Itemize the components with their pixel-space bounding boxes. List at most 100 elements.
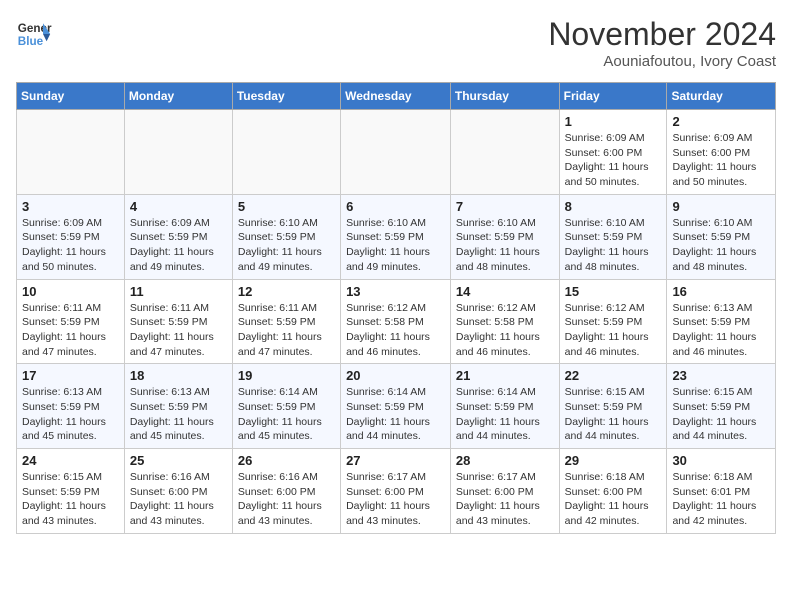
day-number: 1 xyxy=(565,114,662,129)
day-info: Sunrise: 6:18 AM Sunset: 6:01 PM Dayligh… xyxy=(672,470,770,529)
calendar-cell: 30 Sunrise: 6:18 AM Sunset: 6:01 PM Dayli… xyxy=(667,449,776,534)
calendar-cell: 9 Sunrise: 6:10 AM Sunset: 5:59 PM Daylig… xyxy=(667,194,776,279)
day-info: Sunrise: 6:09 AM Sunset: 5:59 PM Dayligh… xyxy=(130,216,227,275)
calendar-cell: 20 Sunrise: 6:14 AM Sunset: 5:59 PM Dayli… xyxy=(341,364,451,449)
day-info: Sunrise: 6:12 AM Sunset: 5:59 PM Dayligh… xyxy=(565,301,662,360)
calendar-cell: 19 Sunrise: 6:14 AM Sunset: 5:59 PM Dayli… xyxy=(232,364,340,449)
calendar-cell: 11 Sunrise: 6:11 AM Sunset: 5:59 PM Dayli… xyxy=(124,279,232,364)
day-number: 18 xyxy=(130,368,227,383)
day-number: 6 xyxy=(346,199,445,214)
day-info: Sunrise: 6:15 AM Sunset: 5:59 PM Dayligh… xyxy=(565,385,662,444)
calendar-cell: 5 Sunrise: 6:10 AM Sunset: 5:59 PM Daylig… xyxy=(232,194,340,279)
week-row-1: 1 Sunrise: 6:09 AM Sunset: 6:00 PM Daylig… xyxy=(17,110,776,195)
calendar-cell: 27Sunrise: 6:17 AM Sunset: 6:00 PM Dayli… xyxy=(341,449,451,534)
calendar-cell: 22Sunrise: 6:15 AM Sunset: 5:59 PM Dayli… xyxy=(559,364,667,449)
day-number: 2 xyxy=(672,114,770,129)
day-number: 26 xyxy=(238,453,335,468)
day-info: Sunrise: 6:09 AM Sunset: 5:59 PM Dayligh… xyxy=(22,216,119,275)
day-info: Sunrise: 6:11 AM Sunset: 5:59 PM Dayligh… xyxy=(130,301,227,360)
day-number: 24 xyxy=(22,453,119,468)
calendar-cell: 10Sunrise: 6:11 AM Sunset: 5:59 PM Dayli… xyxy=(17,279,125,364)
location-title: Aouniafoutou, Ivory Coast xyxy=(548,53,776,70)
calendar-cell: 21 Sunrise: 6:14 AM Sunset: 5:59 PM Dayli… xyxy=(450,364,559,449)
weekday-header-friday: Friday xyxy=(559,83,667,110)
day-info: Sunrise: 6:14 AM Sunset: 5:59 PM Dayligh… xyxy=(238,385,335,444)
day-info: Sunrise: 6:10 AM Sunset: 5:59 PM Dayligh… xyxy=(565,216,662,275)
day-number: 7 xyxy=(456,199,554,214)
day-info: Sunrise: 6:15 AM Sunset: 5:59 PM Dayligh… xyxy=(22,470,119,529)
day-info: Sunrise: 6:13 AM Sunset: 5:59 PM Dayligh… xyxy=(672,301,770,360)
day-info: Sunrise: 6:13 AM Sunset: 5:59 PM Dayligh… xyxy=(22,385,119,444)
week-row-2: 3 Sunrise: 6:09 AM Sunset: 5:59 PM Daylig… xyxy=(17,194,776,279)
day-number: 9 xyxy=(672,199,770,214)
calendar-cell: 24 Sunrise: 6:15 AM Sunset: 5:59 PM Dayli… xyxy=(17,449,125,534)
day-number: 3 xyxy=(22,199,119,214)
calendar-cell: 1Sunrise: 6:09 AM Sunset: 6:00 PM Daylig… xyxy=(559,110,667,195)
day-number: 21 xyxy=(456,368,554,383)
day-number: 17 xyxy=(22,368,119,383)
calendar-cell: 18 Sunrise: 6:13 AM Sunset: 5:59 PM Dayli… xyxy=(124,364,232,449)
day-number: 4 xyxy=(130,199,227,214)
day-info: Sunrise: 6:18 AM Sunset: 6:00 PM Dayligh… xyxy=(565,470,662,529)
day-info: Sunrise: 6:09 AM Sunset: 6:00 PM Dayligh… xyxy=(672,131,770,190)
day-info: Sunrise: 6:13 AM Sunset: 5:59 PM Dayligh… xyxy=(130,385,227,444)
calendar-cell: 26Sunrise: 6:16 AM Sunset: 6:00 PM Dayli… xyxy=(232,449,340,534)
day-info: Sunrise: 6:17 AM Sunset: 6:00 PM Dayligh… xyxy=(346,470,445,529)
calendar-cell: 13 Sunrise: 6:12 AM Sunset: 5:58 PM Dayli… xyxy=(341,279,451,364)
day-number: 19 xyxy=(238,368,335,383)
calendar-cell xyxy=(341,110,451,195)
day-number: 12 xyxy=(238,284,335,299)
header: General Blue November 2024 Aouniafoutou,… xyxy=(16,16,776,70)
weekday-header-saturday: Saturday xyxy=(667,83,776,110)
week-row-4: 17 Sunrise: 6:13 AM Sunset: 5:59 PM Dayli… xyxy=(17,364,776,449)
svg-text:Blue: Blue xyxy=(18,35,44,48)
calendar-cell xyxy=(450,110,559,195)
calendar-cell: 17 Sunrise: 6:13 AM Sunset: 5:59 PM Dayli… xyxy=(17,364,125,449)
day-number: 5 xyxy=(238,199,335,214)
day-number: 11 xyxy=(130,284,227,299)
calendar-header: SundayMondayTuesdayWednesdayThursdayFrid… xyxy=(17,83,776,110)
calendar-cell xyxy=(232,110,340,195)
weekday-header-row: SundayMondayTuesdayWednesdayThursdayFrid… xyxy=(17,83,776,110)
calendar-cell: 8 Sunrise: 6:10 AM Sunset: 5:59 PM Daylig… xyxy=(559,194,667,279)
day-number: 30 xyxy=(672,453,770,468)
calendar-cell: 28Sunrise: 6:17 AM Sunset: 6:00 PM Dayli… xyxy=(450,449,559,534)
calendar-cell: 4 Sunrise: 6:09 AM Sunset: 5:59 PM Daylig… xyxy=(124,194,232,279)
day-number: 13 xyxy=(346,284,445,299)
day-info: Sunrise: 6:10 AM Sunset: 5:59 PM Dayligh… xyxy=(346,216,445,275)
day-info: Sunrise: 6:10 AM Sunset: 5:59 PM Dayligh… xyxy=(238,216,335,275)
calendar-cell: 14Sunrise: 6:12 AM Sunset: 5:58 PM Dayli… xyxy=(450,279,559,364)
calendar-cell xyxy=(124,110,232,195)
week-row-3: 10Sunrise: 6:11 AM Sunset: 5:59 PM Dayli… xyxy=(17,279,776,364)
logo: General Blue xyxy=(16,16,52,52)
day-info: Sunrise: 6:12 AM Sunset: 5:58 PM Dayligh… xyxy=(456,301,554,360)
week-row-5: 24 Sunrise: 6:15 AM Sunset: 5:59 PM Dayli… xyxy=(17,449,776,534)
day-info: Sunrise: 6:15 AM Sunset: 5:59 PM Dayligh… xyxy=(672,385,770,444)
day-info: Sunrise: 6:14 AM Sunset: 5:59 PM Dayligh… xyxy=(456,385,554,444)
day-number: 25 xyxy=(130,453,227,468)
calendar-cell: 12Sunrise: 6:11 AM Sunset: 5:59 PM Dayli… xyxy=(232,279,340,364)
calendar: SundayMondayTuesdayWednesdayThursdayFrid… xyxy=(16,82,776,534)
day-number: 29 xyxy=(565,453,662,468)
calendar-cell: 29 Sunrise: 6:18 AM Sunset: 6:00 PM Dayli… xyxy=(559,449,667,534)
day-info: Sunrise: 6:10 AM Sunset: 5:59 PM Dayligh… xyxy=(456,216,554,275)
calendar-cell: 15 Sunrise: 6:12 AM Sunset: 5:59 PM Dayli… xyxy=(559,279,667,364)
day-number: 15 xyxy=(565,284,662,299)
weekday-header-sunday: Sunday xyxy=(17,83,125,110)
weekday-header-monday: Monday xyxy=(124,83,232,110)
calendar-cell: 7 Sunrise: 6:10 AM Sunset: 5:59 PM Daylig… xyxy=(450,194,559,279)
weekday-header-thursday: Thursday xyxy=(450,83,559,110)
calendar-cell: 3 Sunrise: 6:09 AM Sunset: 5:59 PM Daylig… xyxy=(17,194,125,279)
day-info: Sunrise: 6:10 AM Sunset: 5:59 PM Dayligh… xyxy=(672,216,770,275)
day-info: Sunrise: 6:16 AM Sunset: 6:00 PM Dayligh… xyxy=(130,470,227,529)
day-number: 28 xyxy=(456,453,554,468)
day-info: Sunrise: 6:12 AM Sunset: 5:58 PM Dayligh… xyxy=(346,301,445,360)
day-info: Sunrise: 6:11 AM Sunset: 5:59 PM Dayligh… xyxy=(22,301,119,360)
day-number: 23 xyxy=(672,368,770,383)
day-number: 20 xyxy=(346,368,445,383)
calendar-cell: 2 Sunrise: 6:09 AM Sunset: 6:00 PM Daylig… xyxy=(667,110,776,195)
day-number: 8 xyxy=(565,199,662,214)
logo-icon: General Blue xyxy=(16,16,52,52)
day-info: Sunrise: 6:14 AM Sunset: 5:59 PM Dayligh… xyxy=(346,385,445,444)
calendar-body: 1 Sunrise: 6:09 AM Sunset: 6:00 PM Daylig… xyxy=(17,110,776,534)
